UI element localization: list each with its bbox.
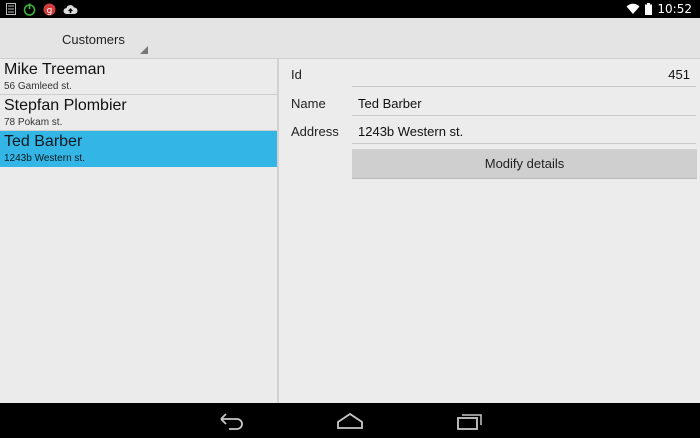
modify-details-button[interactable]: Modify details [352, 149, 697, 179]
battery-icon [645, 3, 653, 15]
address-field[interactable]: 1243b Western st. [352, 121, 696, 144]
power-icon [23, 3, 36, 16]
customer-list: Mike Treeman 56 Gamleed st. Stepfan Plom… [0, 59, 277, 403]
home-icon[interactable] [335, 411, 365, 431]
cloud-upload-icon [63, 4, 78, 14]
recents-icon[interactable] [454, 411, 484, 431]
action-bar: Customers [0, 18, 700, 59]
clock: 10:52 [657, 2, 692, 16]
id-label: Id [291, 67, 302, 82]
customer-address: 78 Pokam st. [4, 117, 63, 128]
app-g-icon: g [43, 3, 56, 16]
customer-address: 1243b Western st. [4, 153, 85, 164]
list-item-selected[interactable]: Ted Barber 1243b Western st. [0, 131, 277, 167]
name-label: Name [291, 96, 326, 111]
id-value: 451 [668, 67, 690, 82]
spinner-dropdown-icon [140, 46, 148, 54]
navigation-bar [0, 403, 700, 438]
address-label: Address [291, 124, 339, 139]
customer-name: Mike Treeman [4, 61, 106, 78]
system-icons: 10:52 [626, 1, 692, 17]
svg-text:g: g [47, 6, 53, 16]
storage-icon [6, 3, 16, 15]
list-item[interactable]: Mike Treeman 56 Gamleed st. [0, 59, 277, 95]
customer-name: Ted Barber [4, 133, 83, 150]
customers-spinner[interactable]: Customers [52, 18, 152, 58]
notification-icons: g [6, 2, 78, 16]
back-icon[interactable] [217, 411, 247, 431]
name-field[interactable]: Ted Barber [352, 93, 696, 116]
address-value: 1243b Western st. [358, 124, 464, 139]
status-bar: g 10:52 [0, 0, 700, 18]
customer-name: Stepfan Plombier [4, 97, 127, 114]
spinner-label: Customers [62, 32, 125, 47]
wifi-icon [626, 3, 640, 14]
name-value: Ted Barber [358, 96, 422, 111]
list-item[interactable]: Stepfan Plombier 78 Pokam st. [0, 95, 277, 131]
customer-address: 56 Gamleed st. [4, 81, 72, 92]
customer-detail: Id 451 Name Ted Barber Address 1243b Wes… [279, 59, 700, 403]
id-field: 451 [352, 64, 696, 87]
